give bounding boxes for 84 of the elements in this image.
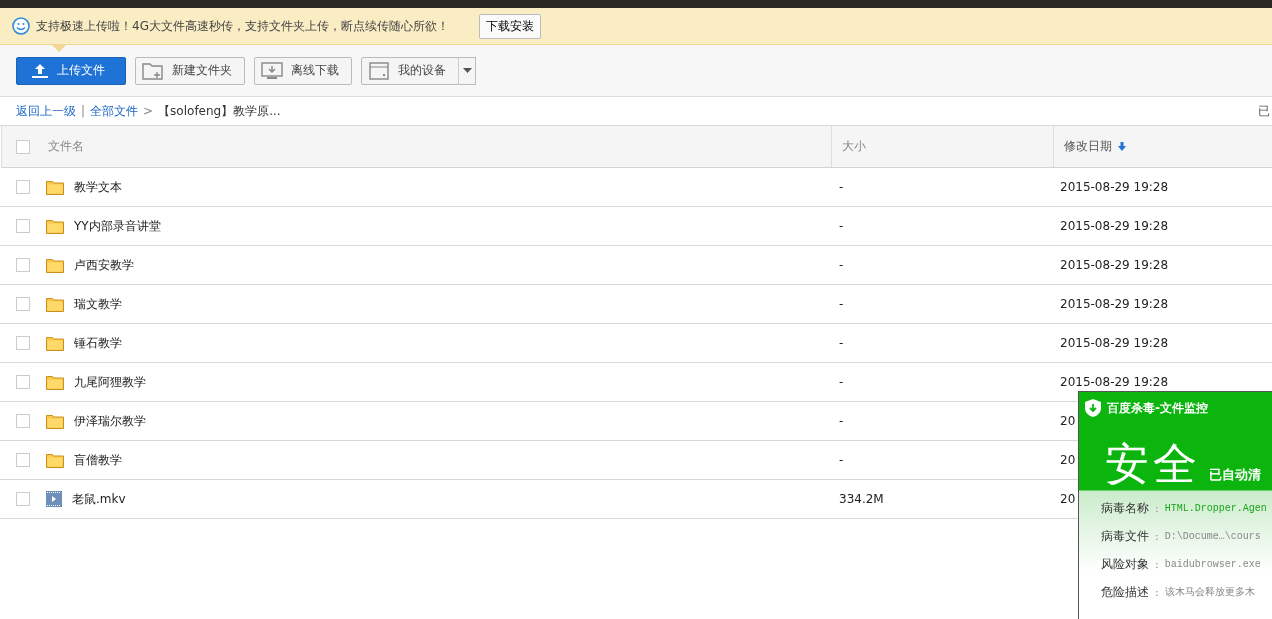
upload-icon — [31, 62, 49, 79]
video-file-icon — [46, 491, 62, 507]
field-label: 危险描述 — [1101, 583, 1149, 601]
field-value: baidubrowser.exe — [1164, 558, 1261, 570]
folder-icon — [46, 335, 64, 351]
field-label: 风险对象 — [1101, 555, 1149, 573]
file-size: - — [839, 258, 844, 272]
modified-date: 2015-08-29 19:28 — [1060, 258, 1169, 272]
modified-date: 2015-08-29 19:28 — [1060, 336, 1169, 350]
status-text: 安全 — [1105, 442, 1201, 486]
file-size: - — [839, 375, 844, 389]
file-size: - — [839, 336, 844, 350]
modified-date: 2015-08-29 19:28 — [1060, 297, 1169, 311]
modified-date: 2015-08-29 19:28 — [1060, 375, 1169, 389]
row-checkbox[interactable] — [16, 219, 30, 233]
folder-icon — [46, 452, 64, 468]
file-name[interactable]: 教学文本 — [74, 178, 122, 196]
dropdown-button[interactable] — [458, 56, 476, 85]
status-text: 已 — [1258, 102, 1271, 120]
smiley-icon — [12, 17, 30, 35]
file-size: - — [839, 297, 844, 311]
file-name[interactable]: YY内部录音讲堂 — [74, 217, 161, 235]
folder-icon — [46, 374, 64, 390]
back-link[interactable]: 返回上一级 — [16, 102, 76, 120]
row-checkbox[interactable] — [16, 180, 30, 194]
shield-icon — [1085, 399, 1101, 417]
toolbar-button[interactable]: 我的设备 — [361, 56, 459, 85]
field-value: D:\Docume…\cours — [1164, 530, 1261, 542]
file-size: - — [839, 414, 844, 428]
new-folder-icon — [142, 61, 164, 80]
field-label: 病毒名称 — [1101, 499, 1149, 517]
file-name[interactable]: 老鼠.mkv — [72, 490, 126, 508]
field-label: 病毒文件 — [1101, 527, 1149, 545]
monitor-download-icon — [261, 61, 283, 80]
field-value: 该木马会释放更多木 — [1164, 585, 1255, 599]
toolbar-button[interactable]: 离线下载 — [254, 56, 352, 85]
device-icon — [368, 61, 390, 80]
field-value: HTML.Dropper.Agen — [1164, 502, 1267, 514]
file-name[interactable]: 九尾阿狸教学 — [74, 373, 146, 391]
modified-date: 2015-08-29 19:28 — [1060, 219, 1169, 233]
file-name[interactable]: 瑞文教学 — [74, 295, 122, 313]
modified-date: 20 — [1060, 492, 1076, 506]
toolbar-button[interactable]: 上传文件 — [16, 56, 126, 85]
row-checkbox[interactable] — [16, 414, 30, 428]
modified-date: 20 — [1060, 453, 1076, 467]
file-name[interactable]: 盲僧教学 — [74, 451, 122, 469]
column-header[interactable]: 修改日期 — [1064, 138, 1112, 155]
field-colon: : — [1155, 557, 1159, 571]
column-header[interactable]: 大小 — [842, 138, 866, 155]
folder-icon — [46, 257, 64, 273]
row-checkbox[interactable] — [16, 375, 30, 389]
row-checkbox[interactable] — [16, 492, 30, 506]
file-size: - — [839, 219, 844, 233]
file-name[interactable]: 伊泽瑞尔教学 — [74, 412, 146, 430]
modified-date: 2015-08-29 19:28 — [1060, 180, 1169, 194]
toolbar-button[interactable]: 新建文件夹 — [135, 56, 245, 85]
folder-icon — [46, 218, 64, 234]
notice-text: 支持极速上传啦！4G大文件高速秒传，支持文件夹上传，断点续传随心所欲！ — [36, 17, 449, 35]
field-colon: : — [1155, 585, 1159, 599]
file-name[interactable]: 卢西安教学 — [74, 256, 134, 274]
all-files-link[interactable]: 全部文件 — [90, 102, 139, 120]
sort-down-icon — [1118, 142, 1126, 151]
select-all-checkbox[interactable] — [16, 139, 30, 154]
file-size: - — [839, 180, 844, 194]
field-colon: : — [1155, 529, 1159, 543]
file-size: 334.2M — [839, 492, 884, 506]
row-checkbox[interactable] — [16, 297, 30, 311]
folder-icon — [46, 413, 64, 429]
breadcrumb-separator: > — [143, 104, 154, 118]
download-install-button[interactable]: 下载安装 — [478, 13, 541, 39]
row-checkbox[interactable] — [16, 453, 30, 467]
file-size: - — [839, 453, 844, 467]
popup-title: 百度杀毒-文件监控 — [1107, 399, 1208, 417]
breadcrumb-divider: | — [81, 104, 86, 118]
row-checkbox[interactable] — [16, 258, 30, 272]
row-checkbox[interactable] — [16, 336, 30, 350]
folder-icon — [46, 296, 64, 312]
folder-icon — [46, 179, 64, 195]
current-folder: 【solofeng】教学原... — [158, 102, 281, 120]
status-note: 已自动清 — [1209, 466, 1261, 484]
field-colon: : — [1155, 501, 1159, 515]
modified-date: 20 — [1060, 414, 1076, 428]
file-name[interactable]: 锤石教学 — [74, 334, 122, 352]
caret-icon — [462, 68, 472, 73]
